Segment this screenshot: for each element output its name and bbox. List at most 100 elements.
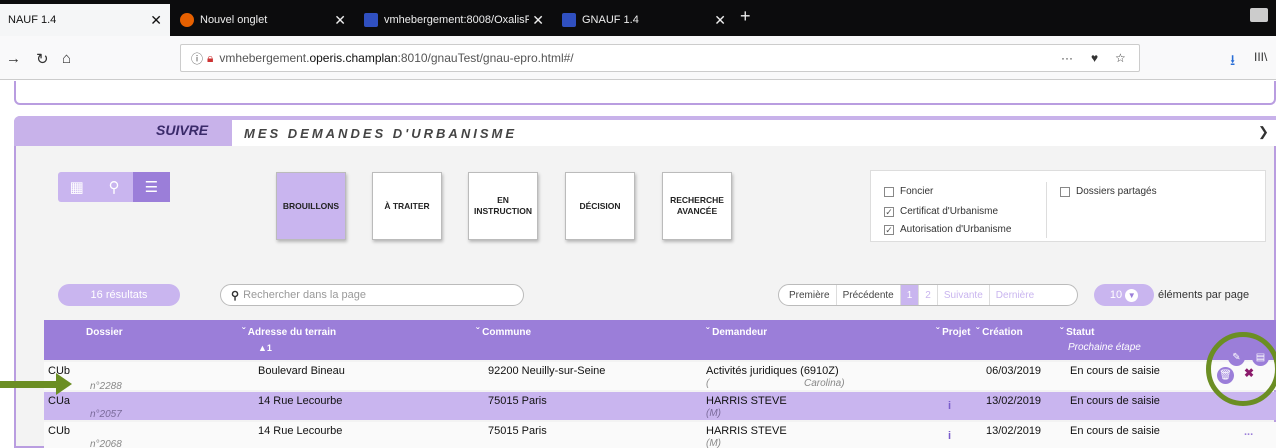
pager-page-2[interactable]: 2 [919, 285, 938, 305]
row-statut: En cours de saisie [1070, 425, 1160, 437]
row-date: 13/02/2019 [986, 395, 1042, 407]
firefox-icon [180, 13, 194, 27]
filter-certificat[interactable]: ✓ Certificat d'Urbanisme [884, 206, 998, 217]
close-tab-icon[interactable]: ✕ [150, 12, 162, 29]
tab-title: NAUF 1.4 [8, 14, 57, 26]
per-page-select[interactable]: 10 ▼ [1094, 284, 1154, 306]
more-actions-icon[interactable]: ... [1244, 426, 1253, 438]
search-placeholder: Rechercher dans la page [243, 289, 366, 301]
row-number: n°2288 [90, 381, 122, 392]
row-number: n°2068 [90, 439, 122, 448]
row-demandeur-sub: (M) [706, 408, 721, 419]
row-demandeur-sub: (M) [706, 438, 721, 448]
url-suffix: :8010/gnauTest/gnau-epro.html#/ [397, 51, 574, 65]
url-prefix: vmhebergement. [219, 51, 310, 65]
sort-indicator: ▲1 [258, 343, 272, 353]
column-demandeur[interactable]: ˇ Demandeur [706, 327, 767, 338]
page-actions-icon[interactable]: ··· [1061, 51, 1073, 65]
row-date: 13/02/2019 [986, 425, 1042, 437]
filter-label: Dossiers partagés [1076, 186, 1157, 197]
page-favicon-icon [562, 13, 576, 27]
row-commune: 75015 Paris [488, 395, 547, 407]
category-en-instruction-button[interactable]: EN INSTRUCTION [468, 172, 538, 240]
browser-tab-active[interactable]: NAUF 1.4 ✕ [0, 4, 170, 36]
pager-prev[interactable]: Précédente [837, 285, 901, 305]
filter-divider [1046, 182, 1047, 238]
close-tab-icon[interactable]: ✕ [532, 12, 544, 29]
list-view-icon[interactable]: ☰ [132, 172, 170, 202]
close-tab-icon[interactable]: ✕ [714, 12, 726, 29]
tab-title: vmhebergement:8008/OxalisRe [384, 14, 529, 26]
page-title: MES DEMANDES D'URBANISME [232, 120, 1276, 146]
row-demandeur: Activités juridiques (6910Z) [706, 365, 839, 377]
filter-label: Certificat d'Urbanisme [900, 206, 999, 217]
checkbox-unchecked-icon[interactable] [884, 186, 894, 197]
per-page-value: 10 [1109, 289, 1123, 301]
per-page-label: éléments par page [1158, 289, 1250, 301]
column-statut[interactable]: ˇ Statut [1060, 327, 1094, 338]
pocket-icon[interactable]: ♥ [1091, 51, 1098, 65]
row-demandeur: HARRIS STEVE [706, 425, 787, 437]
column-adresse[interactable]: ˇ Adresse du terrain [242, 327, 336, 338]
row-demandeur-sub: Carolina) [804, 378, 845, 389]
filter-autorisation[interactable]: ✓ Autorisation d'Urbanisme [884, 224, 1011, 235]
checkbox-checked-icon[interactable]: ✓ [884, 224, 894, 235]
new-tab-icon[interactable]: + [740, 6, 751, 27]
forward-arrow-icon[interactable]: → [6, 50, 21, 67]
browser-tab[interactable]: Nouvel onglet ✕ [172, 4, 354, 36]
reload-icon[interactable]: ↻ [36, 50, 49, 68]
previous-card [14, 81, 1276, 105]
tab-title: GNAUF 1.4 [582, 14, 639, 26]
row-commune: 75015 Paris [488, 425, 547, 437]
column-projet[interactable]: ˇ Projet [936, 327, 970, 338]
close-tab-icon[interactable]: ✕ [334, 12, 346, 29]
browser-tab[interactable]: GNAUF 1.4 ✕ [554, 4, 734, 36]
row-type: CUa [48, 395, 71, 407]
pager-page-1[interactable]: 1 [900, 285, 920, 305]
table-header [44, 320, 1276, 360]
results-label: résultats [105, 289, 148, 301]
info-icon[interactable]: i [948, 430, 951, 442]
filter-foncier[interactable]: Foncier [884, 186, 933, 197]
chevron-down-icon[interactable]: ❯ [1258, 124, 1269, 140]
bookmark-star-icon[interactable]: ☆ [1115, 51, 1126, 65]
url-bar[interactable]: ⓘ 🔒︎ vmhebergement. operis.champlan:8010/… [180, 44, 1140, 72]
window-control-icon[interactable] [1250, 8, 1268, 22]
column-label: Adresse du terrain [247, 327, 337, 338]
download-icon[interactable]: ⭳ [1230, 50, 1235, 75]
category-recherche-avancee-button[interactable]: RECHERCHE AVANCÉE [662, 172, 732, 240]
column-label: Demandeur [712, 327, 768, 338]
column-label: Commune [482, 327, 532, 338]
browser-tab[interactable]: vmhebergement:8008/OxalisRe ✕ [356, 4, 552, 36]
column-creation[interactable]: ˇ Création [976, 327, 1023, 338]
home-icon[interactable]: ⌂ [62, 50, 71, 67]
row-adresse: Boulevard Bineau [258, 365, 345, 377]
grid-view-icon[interactable]: ▦ [58, 172, 95, 202]
pager-first[interactable]: Première [779, 285, 837, 305]
annotation-arrowhead [56, 373, 72, 395]
row-number: n°2057 [90, 409, 122, 420]
search-icon: ⚲ [231, 289, 240, 302]
row-adresse: 14 Rue Lecourbe [258, 395, 343, 407]
search-input[interactable]: ⚲ Rechercher dans la page [220, 284, 524, 306]
column-prochaine-etape: Prochaine étape [1068, 342, 1141, 353]
pager-next[interactable]: Suivante [938, 285, 990, 305]
results-count: 16 [90, 289, 103, 301]
row-commune: 92200 Neuilly-sur-Seine [488, 365, 606, 377]
category-brouillons-button[interactable]: BROUILLONS [276, 172, 346, 240]
checkbox-unchecked-icon[interactable] [1060, 186, 1070, 197]
filter-dossiers-partages[interactable]: Dossiers partagés [1060, 186, 1157, 197]
column-commune[interactable]: ˇ Commune [476, 327, 531, 338]
category-decision-button[interactable]: DÉCISION [565, 172, 635, 240]
row-statut: En cours de saisie [1070, 395, 1160, 407]
column-dossier[interactable]: Dossier [86, 327, 123, 338]
pager-last[interactable]: Dernière [990, 285, 1040, 305]
info-icon[interactable]: i [948, 400, 951, 412]
map-pin-icon[interactable]: ⚲ [95, 172, 132, 202]
category-a-traiter-button[interactable]: À TRAITER [372, 172, 442, 240]
page-favicon-icon [364, 13, 378, 27]
tab-title: Nouvel onglet [200, 14, 268, 26]
library-icon[interactable]: III\ [1254, 50, 1267, 64]
checkbox-checked-icon[interactable]: ✓ [884, 206, 894, 217]
row-demandeur-sub: ( [706, 378, 710, 389]
